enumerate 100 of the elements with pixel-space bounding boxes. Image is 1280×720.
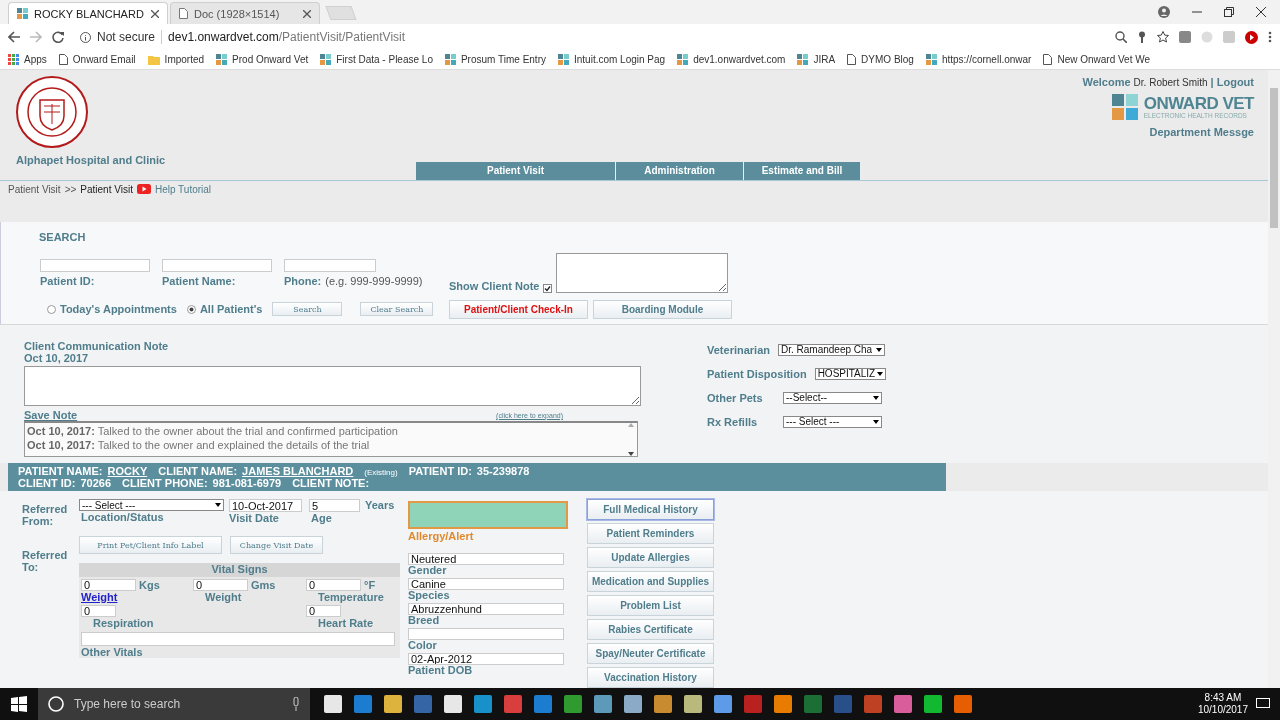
taskbar-clock[interactable]: 8:43 AM 10/10/2017 xyxy=(1197,692,1256,716)
taskbar-search[interactable]: Type here to search xyxy=(38,688,310,720)
print-label-button[interactable]: Print Pet/Client Info Label xyxy=(79,536,222,554)
patient-field[interactable] xyxy=(408,628,564,640)
bookmark-link[interactable]: Onward Email xyxy=(58,54,136,65)
change-date-button[interactable]: Change Visit Date xyxy=(230,536,323,554)
patient-field[interactable]: Abruzzenhund xyxy=(408,603,564,615)
department-message-link[interactable]: Department Messge xyxy=(1149,126,1254,138)
star-icon[interactable] xyxy=(1157,31,1169,43)
vital-field[interactable]: 0 xyxy=(193,579,248,591)
app-icon[interactable] xyxy=(924,695,942,713)
action-button[interactable]: Spay/Neuter Certificate xyxy=(587,643,714,664)
extension-icon[interactable] xyxy=(1201,31,1213,43)
app-icon[interactable] xyxy=(774,695,792,713)
new-tab-button[interactable] xyxy=(325,6,357,20)
vital-field[interactable]: 0 xyxy=(306,605,341,617)
bookmark-link[interactable]: https://cornell.onwar xyxy=(925,54,1032,65)
search-button[interactable]: Search xyxy=(272,302,343,317)
forward-icon[interactable] xyxy=(30,31,42,43)
banner-link[interactable]: ROCKY xyxy=(107,465,148,477)
check-in-button[interactable]: Patient/Client Check-In xyxy=(449,300,588,320)
back-icon[interactable] xyxy=(8,31,20,43)
dropdown[interactable]: --Select-- xyxy=(783,391,882,404)
scrollbar[interactable] xyxy=(1268,70,1280,688)
patient-field[interactable]: Neutered xyxy=(408,553,564,565)
search-field[interactable] xyxy=(284,259,376,273)
nav-tab[interactable]: Administration xyxy=(616,162,744,180)
app-icon[interactable] xyxy=(534,695,552,713)
scroll-up-icon[interactable] xyxy=(628,423,634,428)
bookmark-link[interactable]: New Onward Vet We xyxy=(1043,54,1151,65)
dropdown[interactable]: --- Select --- xyxy=(79,499,224,511)
breadcrumb-link[interactable]: Patient Visit xyxy=(8,183,61,195)
zoom-icon[interactable] xyxy=(1115,31,1127,43)
bookmark-link[interactable]: Imported xyxy=(147,54,205,65)
app-icon[interactable] xyxy=(384,695,402,713)
app-icon[interactable] xyxy=(834,695,852,713)
help-tutorial-link[interactable]: Help Tutorial xyxy=(154,183,212,195)
app-icon[interactable] xyxy=(804,695,822,713)
banner-link[interactable]: JAMES BLANCHARD xyxy=(242,465,354,477)
boarding-module-button[interactable]: Boarding Module xyxy=(593,300,732,320)
nav-tab[interactable]: Estimate and Bill xyxy=(744,162,861,180)
clear-search-button[interactable]: Clear Search xyxy=(360,302,434,317)
extension-icon[interactable] xyxy=(1179,31,1191,43)
nav-tab[interactable]: Patient Visit xyxy=(416,162,616,180)
close-icon[interactable] xyxy=(151,9,159,18)
patient-field[interactable]: Canine xyxy=(408,578,564,590)
save-note-link[interactable]: Save Note xyxy=(24,409,78,422)
app-icon[interactable] xyxy=(564,695,582,713)
checkbox[interactable] xyxy=(543,284,553,294)
app-icon[interactable] xyxy=(684,695,702,713)
app-icon[interactable] xyxy=(324,695,342,713)
record-icon[interactable] xyxy=(1245,30,1258,44)
app-icon[interactable] xyxy=(444,695,462,713)
radio-button[interactable] xyxy=(47,304,56,314)
app-icon[interactable] xyxy=(504,695,522,713)
bookmark-link[interactable]: Apps xyxy=(8,54,47,65)
vital-field[interactable]: 0 xyxy=(306,579,361,591)
app-icon[interactable] xyxy=(744,695,762,713)
close-icon[interactable] xyxy=(303,9,311,18)
app-icon[interactable] xyxy=(474,695,492,713)
action-button[interactable]: Problem List xyxy=(587,595,714,616)
dropdown[interactable]: Dr. Ramandeep Cha xyxy=(778,343,885,356)
address-bar[interactable]: Not secure dev1.onwardvet.com/PatientVisit/PatientVisit xyxy=(74,26,1105,48)
action-button[interactable]: Full Medical History xyxy=(587,499,714,520)
bookmark-link[interactable]: Prod Onward Vet xyxy=(216,54,309,65)
app-icon[interactable] xyxy=(654,695,672,713)
reload-icon[interactable] xyxy=(52,31,64,43)
visit-date-field[interactable]: 10-Oct-2017 xyxy=(229,499,302,512)
app-icon[interactable] xyxy=(594,695,612,713)
maximize-icon[interactable] xyxy=(1224,7,1234,17)
vital-field[interactable]: 0 xyxy=(81,605,116,617)
browser-tab[interactable]: Doc (1928×1514) xyxy=(170,2,320,24)
action-button[interactable]: Update Allergies xyxy=(587,547,714,568)
search-field[interactable] xyxy=(40,259,150,273)
action-button[interactable]: Patient Reminders xyxy=(587,523,714,544)
action-button[interactable]: Rabies Certificate xyxy=(587,619,714,640)
key-icon[interactable] xyxy=(1137,31,1147,43)
search-field[interactable] xyxy=(162,259,272,273)
other-vitals-field[interactable] xyxy=(81,632,395,646)
notification-icon[interactable] xyxy=(1256,698,1270,710)
app-icon[interactable] xyxy=(894,695,912,713)
app-icon[interactable] xyxy=(714,695,732,713)
vital-link[interactable]: Weight xyxy=(81,591,193,603)
bookmark-link[interactable]: JIRA xyxy=(797,54,836,65)
bookmark-link[interactable]: Prosum Time Entry xyxy=(444,54,546,65)
app-icon[interactable] xyxy=(954,695,972,713)
app-icon[interactable] xyxy=(864,695,882,713)
app-icon[interactable] xyxy=(624,695,642,713)
action-button[interactable]: Vaccination History xyxy=(587,667,714,688)
dropdown[interactable]: HOSPITALIZ xyxy=(814,367,886,380)
account-icon[interactable] xyxy=(1158,6,1170,18)
menu-icon[interactable] xyxy=(1268,31,1272,43)
radio-button[interactable] xyxy=(186,304,196,314)
bookmark-link[interactable]: First Data - Please Lo xyxy=(320,54,433,65)
bookmark-link[interactable]: DYMO Blog xyxy=(847,54,914,65)
client-note-field[interactable] xyxy=(556,253,729,294)
app-icon[interactable] xyxy=(414,695,432,713)
dropdown[interactable]: --- Select --- xyxy=(783,415,882,428)
bookmark-link[interactable]: Intuit.com Login Pag xyxy=(558,54,666,65)
bookmark-link[interactable]: dev1.onwardvet.com xyxy=(677,54,786,65)
